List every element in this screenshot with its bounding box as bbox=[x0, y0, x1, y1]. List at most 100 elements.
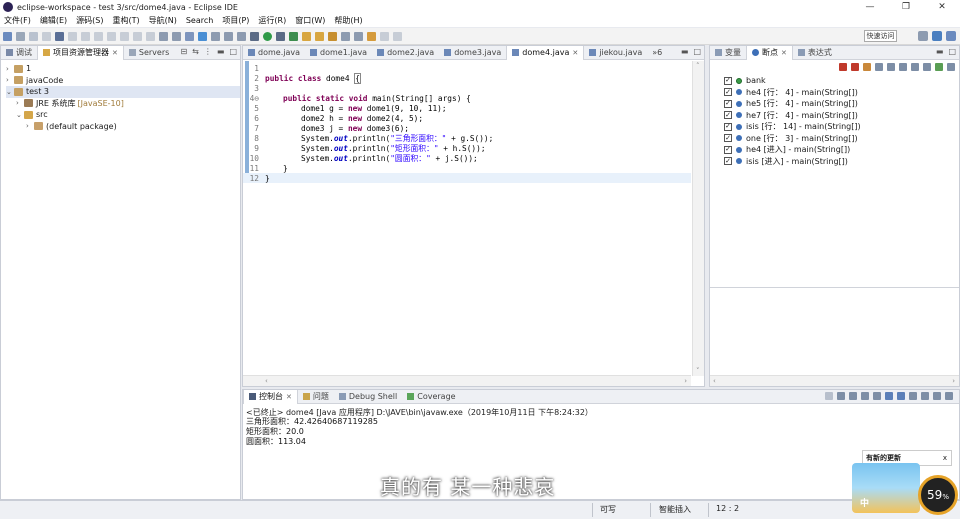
previous-annotation-icon[interactable] bbox=[354, 31, 363, 41]
open-task-icon[interactable] bbox=[185, 31, 194, 41]
save-icon[interactable] bbox=[16, 31, 25, 41]
breakpoint-detail-scrollbar[interactable]: ‹ › bbox=[710, 375, 959, 386]
open-console-icon[interactable] bbox=[921, 392, 929, 400]
tab-debug[interactable]: 调试 bbox=[1, 46, 37, 60]
minimize-view-icon[interactable] bbox=[933, 392, 941, 400]
remove-breakpoint-icon[interactable] bbox=[839, 62, 847, 71]
close-window-button[interactable]: ✕ bbox=[924, 0, 960, 14]
menu-window[interactable]: 窗口(W) bbox=[295, 15, 325, 26]
menu-navigate[interactable]: 导航(N) bbox=[149, 15, 177, 26]
scroll-left-icon[interactable]: ‹ bbox=[265, 377, 268, 385]
collapse-arrow-icon[interactable]: ⌄ bbox=[6, 88, 14, 96]
remove-all-breakpoints-icon[interactable] bbox=[851, 62, 859, 71]
save-all-icon[interactable] bbox=[29, 31, 38, 41]
minimize-view-icon[interactable]: ▬ bbox=[936, 47, 944, 56]
scroll-up-icon[interactable]: ˄ bbox=[696, 62, 700, 70]
breakpoint-checkbox[interactable]: ✓ bbox=[724, 76, 732, 85]
code-line[interactable]: 6 dome2 h = new dome2(4, 5); bbox=[243, 113, 691, 123]
next-annotation-icon[interactable] bbox=[341, 31, 350, 41]
scroll-right-icon[interactable]: › bbox=[684, 377, 687, 385]
skip-breakpoints-icon[interactable] bbox=[68, 31, 77, 41]
debug-icon[interactable] bbox=[250, 31, 259, 41]
collapse-all-icon[interactable]: ⊟ bbox=[180, 47, 187, 56]
add-java-exception-icon[interactable] bbox=[935, 62, 943, 71]
collapse-arrow-icon[interactable]: ⌄ bbox=[16, 111, 24, 119]
scroll-right-icon[interactable]: › bbox=[952, 377, 955, 385]
step-into-icon[interactable] bbox=[120, 31, 129, 41]
show-breakpoints-icon[interactable] bbox=[863, 62, 871, 71]
tab-coverage[interactable]: Coverage bbox=[402, 390, 460, 404]
expand-arrow-icon[interactable]: › bbox=[6, 76, 14, 84]
tab-project-explorer[interactable]: 项目资源管理器 ✕ bbox=[37, 45, 124, 60]
tree-item[interactable]: ⌄ src bbox=[6, 109, 240, 121]
link-editor-icon[interactable]: ⇆ bbox=[192, 47, 199, 56]
code-line[interactable]: 3 bbox=[243, 83, 691, 93]
maximize-view-icon[interactable]: □ bbox=[229, 47, 237, 56]
tab-jiekou-java[interactable]: jiekou.java bbox=[584, 46, 647, 60]
external-tools-icon[interactable] bbox=[289, 31, 298, 41]
suspend-icon[interactable] bbox=[94, 31, 103, 41]
view-menu-icon[interactable] bbox=[947, 62, 955, 71]
editor-horizontal-scrollbar[interactable]: ‹ › bbox=[243, 375, 691, 386]
breakpoint-item[interactable]: ✓ isis [进入] - main(String[]) bbox=[724, 156, 959, 168]
minimize-view-icon[interactable]: ▬ bbox=[681, 47, 689, 56]
code-editor[interactable]: 1 2 public class dome4 { 3 4⊖ public sta… bbox=[243, 61, 691, 376]
maximize-button[interactable]: ❐ bbox=[888, 0, 924, 14]
word-wrap-icon[interactable] bbox=[885, 392, 893, 400]
scroll-down-icon[interactable]: ˅ bbox=[696, 367, 700, 375]
scroll-left-icon[interactable]: ‹ bbox=[713, 377, 716, 385]
new-class-icon[interactable] bbox=[328, 31, 337, 41]
tab-dome1-java[interactable]: dome1.java bbox=[305, 46, 372, 60]
breakpoint-checkbox[interactable]: ✓ bbox=[724, 99, 732, 108]
mark-occurrences-icon[interactable] bbox=[211, 31, 220, 41]
network-speed-widget[interactable]: 59% bbox=[918, 475, 958, 515]
skip-all-icon[interactable] bbox=[887, 62, 895, 71]
breakpoint-item[interactable]: ✓ he4 [行： 4] - main(String[]) bbox=[724, 87, 959, 99]
expand-arrow-icon[interactable]: › bbox=[6, 65, 14, 73]
show-whitespace-icon[interactable] bbox=[237, 31, 246, 41]
new-icon[interactable] bbox=[3, 31, 12, 41]
remove-all-terminated-icon[interactable] bbox=[849, 392, 857, 400]
block-selection-icon[interactable] bbox=[224, 31, 233, 41]
breakpoint-checkbox[interactable]: ✓ bbox=[724, 145, 732, 154]
code-line[interactable]: 2 public class dome4 { bbox=[243, 72, 691, 84]
expand-arrow-icon[interactable]: › bbox=[26, 122, 34, 130]
breakpoint-checkbox[interactable]: ✓ bbox=[724, 122, 732, 131]
menu-source[interactable]: 源码(S) bbox=[76, 15, 103, 26]
editor-vertical-scrollbar[interactable]: ˄ ˅ bbox=[692, 61, 704, 376]
tree-item[interactable]: › javaCode bbox=[6, 75, 240, 87]
code-line[interactable]: 9 System.out.println("矩形面积：" + h.S()); bbox=[243, 143, 691, 153]
code-line[interactable]: 11 } bbox=[243, 163, 691, 173]
close-icon[interactable]: ✕ bbox=[112, 49, 118, 57]
tab-variables[interactable]: 变量 bbox=[710, 46, 746, 60]
toggle-breakpoint-icon[interactable] bbox=[55, 31, 64, 41]
tree-item[interactable]: › 1 bbox=[6, 63, 240, 75]
tab-dome3-java[interactable]: dome3.java bbox=[439, 46, 506, 60]
scroll-lock-icon[interactable] bbox=[873, 392, 881, 400]
expand-arrow-icon[interactable]: › bbox=[16, 99, 24, 107]
breakpoint-item[interactable]: ✓ bank bbox=[724, 75, 959, 87]
search-icon[interactable] bbox=[198, 31, 207, 41]
tree-item[interactable]: › (default package) bbox=[6, 121, 240, 133]
breakpoint-checkbox[interactable]: ✓ bbox=[724, 134, 732, 143]
quick-access-field[interactable]: 快速访问 bbox=[864, 30, 897, 42]
code-line[interactable]: 7 dome3 j = new dome3(6); bbox=[243, 123, 691, 133]
breakpoint-item[interactable]: ✓ he4 [进入] - main(String[]) bbox=[724, 144, 959, 156]
display-selected-console-icon[interactable] bbox=[909, 392, 917, 400]
expand-all-icon[interactable] bbox=[899, 62, 907, 71]
tab-dome2-java[interactable]: dome2.java bbox=[372, 46, 439, 60]
breakpoint-detail-divider[interactable] bbox=[710, 287, 959, 288]
view-menu-icon[interactable]: ⋮ bbox=[204, 47, 212, 56]
remove-launch-icon[interactable] bbox=[837, 392, 845, 400]
tab-problems[interactable]: 问题 bbox=[298, 390, 334, 404]
tab-expressions[interactable]: 表达式 bbox=[793, 46, 837, 60]
breakpoint-item[interactable]: ✓ isis [行： 14] - main(String[]) bbox=[724, 121, 959, 133]
close-icon[interactable]: ✕ bbox=[781, 49, 787, 57]
new-java-project-icon[interactable] bbox=[302, 31, 311, 41]
breakpoint-checkbox[interactable]: ✓ bbox=[724, 111, 732, 120]
menu-search[interactable]: Search bbox=[186, 16, 213, 25]
ad-banner-image[interactable]: 中 bbox=[852, 463, 920, 513]
menu-refactor[interactable]: 重构(T) bbox=[112, 15, 139, 26]
breakpoint-checkbox[interactable]: ✓ bbox=[724, 157, 732, 166]
clear-console-icon[interactable] bbox=[861, 392, 869, 400]
